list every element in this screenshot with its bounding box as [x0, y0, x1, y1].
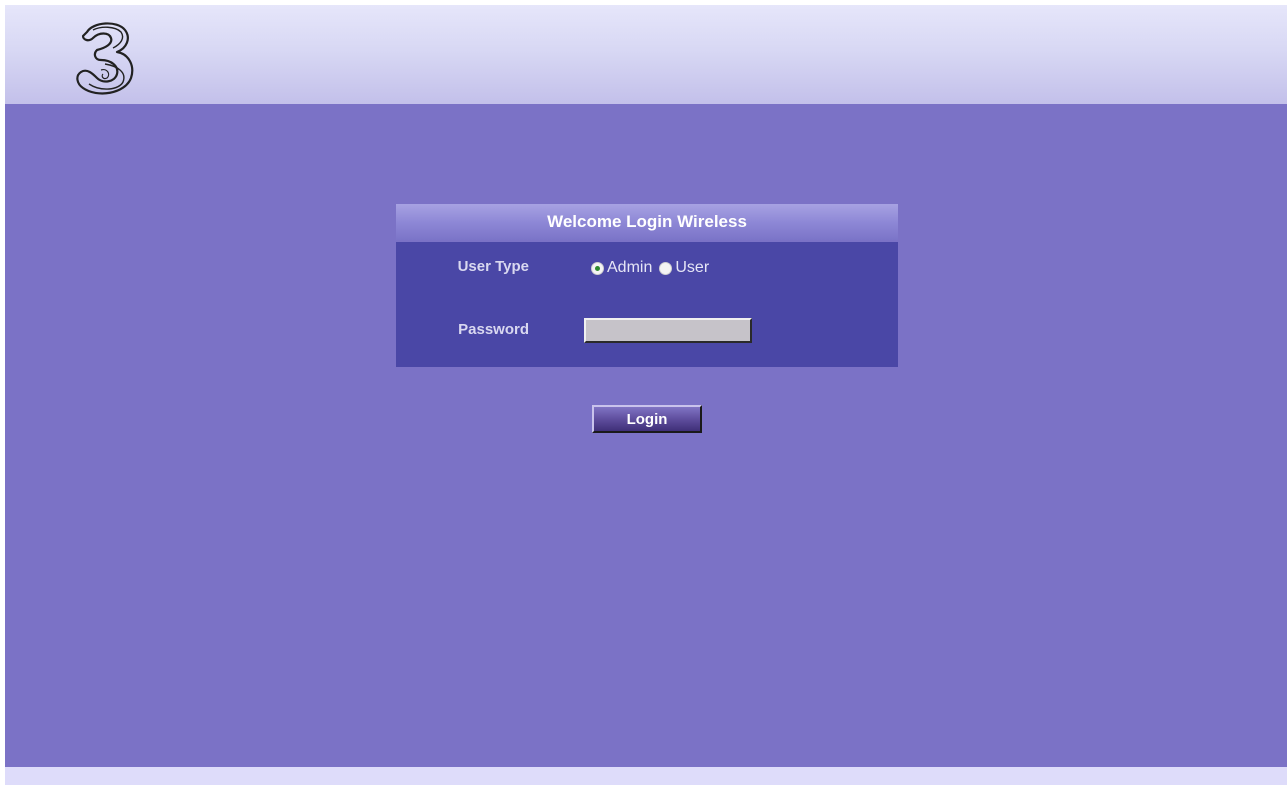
login-button[interactable]: Login [592, 405, 702, 433]
admin-radio-label[interactable]: Admin [607, 259, 652, 277]
admin-radio[interactable] [591, 261, 604, 275]
header-bar [5, 5, 1287, 104]
three-logo-icon [71, 18, 141, 98]
login-page: Welcome Login Wireless User Type Admin U… [5, 5, 1287, 785]
footer-bar [5, 767, 1287, 785]
user-radio-label[interactable]: User [675, 259, 709, 277]
user-radio[interactable] [659, 261, 673, 275]
user-type-label: User Type [457, 258, 529, 275]
user-type-radio-group: Admin User [591, 258, 716, 278]
login-panel-body: User Type Admin User Password [396, 242, 898, 367]
login-panel: Welcome Login Wireless User Type Admin U… [396, 204, 898, 367]
password-input[interactable] [584, 318, 752, 343]
password-label: Password [458, 321, 529, 338]
login-panel-title: Welcome Login Wireless [396, 204, 898, 240]
